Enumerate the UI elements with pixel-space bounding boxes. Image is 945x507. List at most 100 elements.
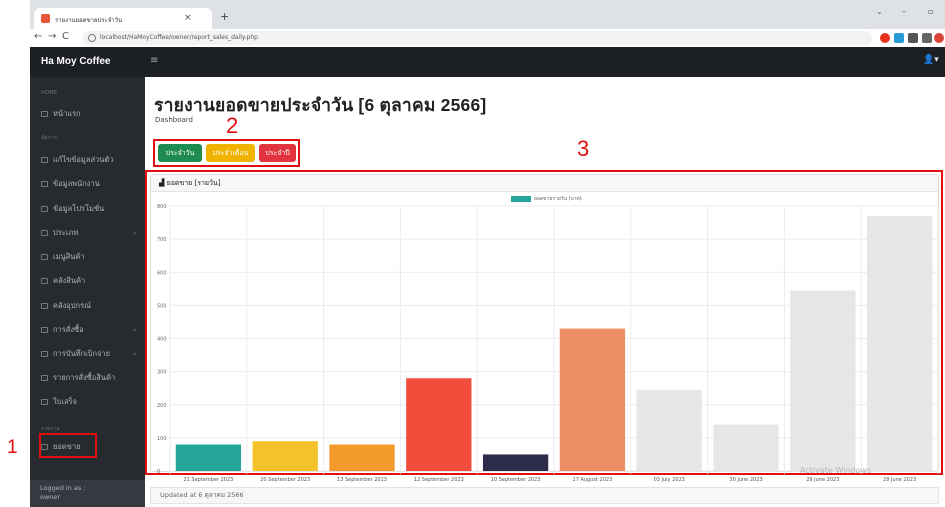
- top-navbar: ≡ 👤▾: [145, 47, 945, 77]
- chevron-right-icon: ›: [133, 229, 136, 237]
- x-tick-label: 12 September 2023: [414, 477, 464, 483]
- sidebar-section-report: รายงาน: [41, 426, 60, 432]
- category-icon: [41, 230, 48, 236]
- browser-tab[interactable]: รายงานยอดขายประจำวัน ×: [34, 8, 212, 29]
- x-tick-label: 03 July 2023: [654, 477, 685, 483]
- page-title: รายงานยอดขายประจำวัน [6 ตุลาคม 2566]: [154, 95, 487, 115]
- sidebar-item-label: การบันทึกเบิกจ่าย: [53, 349, 111, 358]
- y-tick-label: 600: [157, 270, 167, 276]
- sidebar-item-label: รายการสั่งซื้อสินค้า: [53, 373, 116, 382]
- y-tick-label: 500: [157, 303, 167, 309]
- puzzle-icon[interactable]: [922, 33, 932, 43]
- sidebar-item-label: การสั่งซื้อ: [53, 325, 84, 334]
- x-tick-label: 20 September 2023: [260, 477, 310, 483]
- chart-bar[interactable]: [406, 378, 472, 471]
- users-icon: [41, 181, 48, 187]
- chart-bar[interactable]: [636, 389, 702, 471]
- sidebar-section-manage: จัดการ: [41, 135, 58, 141]
- new-tab-button[interactable]: +: [220, 10, 229, 23]
- reload-icon[interactable]: C: [62, 31, 69, 42]
- back-icon[interactable]: ←: [34, 31, 42, 42]
- tab-title: รายงานยอดขายประจำวัน: [55, 17, 123, 24]
- user-edit-icon: [41, 157, 48, 163]
- chart-bar[interactable]: [482, 454, 549, 471]
- card-title: ยอดขาย [รายวัน]: [166, 179, 221, 187]
- site-info-icon[interactable]: [88, 34, 96, 42]
- chart-bar[interactable]: [559, 328, 626, 471]
- browser-toolbar: ← → C localhost/HaMoyCoffee/owner/report…: [30, 29, 945, 47]
- sidebar-item[interactable]: การสั่งซื้อ ›: [41, 323, 141, 337]
- home-icon: [41, 111, 48, 117]
- tab-close-icon[interactable]: ×: [184, 13, 192, 23]
- tab-list-icon[interactable]: ⌄: [876, 7, 883, 16]
- card-header: ▟ ยอดขาย [รายวัน]: [151, 175, 938, 192]
- sidebar-toggle-icon[interactable]: ≡: [150, 55, 158, 66]
- x-tick-label: 10 September 2023: [491, 477, 541, 483]
- sidebar-footer: Logged in as : owner: [30, 480, 145, 507]
- withdraw-icon: [41, 351, 48, 357]
- sidebar-item-label: ประเภท: [53, 228, 79, 237]
- y-tick-label: 800: [157, 204, 167, 210]
- chart-bar[interactable]: [866, 215, 933, 471]
- chart-bar[interactable]: [175, 444, 242, 472]
- x-tick-label: 28 June 2023: [883, 477, 916, 483]
- x-tick-label: 13 September 2023: [337, 477, 387, 483]
- chevron-right-icon: ›: [133, 350, 136, 358]
- restore-icon[interactable]: ▫: [928, 7, 933, 16]
- address-bar[interactable]: localhost/HaMoyCoffee/owner/report_sales…: [82, 31, 872, 45]
- promo-icon: [41, 206, 48, 212]
- monthly-button[interactable]: ประจำเดือน: [206, 144, 255, 162]
- extension-icon[interactable]: [894, 33, 904, 43]
- sidebar-item[interactable]: หน้าแรก: [41, 107, 141, 121]
- sidebar-item[interactable]: ใบเสร็จ: [41, 395, 141, 409]
- sidebar-item-label: คลังอุปกรณ์: [53, 301, 92, 310]
- windows-activation-watermark: Activate Windows: [800, 466, 872, 475]
- chart-bar[interactable]: [713, 424, 779, 471]
- cart-icon: [41, 327, 48, 333]
- y-tick-label: 0: [157, 469, 160, 475]
- profile-icon[interactable]: [934, 33, 944, 43]
- x-tick-label: 30 June 2023: [729, 477, 762, 483]
- sidebar-item[interactable]: เมนูสินค้า: [41, 250, 141, 264]
- sidebar-item-label: ข้อมูลพนักงาน: [53, 179, 100, 188]
- y-tick-label: 100: [157, 436, 167, 442]
- x-tick-label: 29 June 2023: [806, 477, 839, 483]
- extension-icon[interactable]: [908, 33, 918, 43]
- x-tick-label: 17 August 2023: [573, 477, 613, 483]
- sidebar-item[interactable]: แก้ไขข้อมูลส่วนตัว: [41, 153, 141, 167]
- sidebar-item[interactable]: ข้อมูลโปรโมชั่น: [41, 202, 141, 216]
- user-menu-icon[interactable]: 👤▾: [923, 55, 939, 65]
- chart-bar[interactable]: [252, 441, 318, 471]
- box-icon: [41, 278, 48, 284]
- sidebar-item[interactable]: คลังอุปกรณ์: [41, 299, 141, 313]
- sidebar-item-label: ใบเสร็จ: [53, 397, 77, 406]
- tools-icon: [41, 303, 48, 309]
- daily-button[interactable]: ประจำวัน: [158, 144, 202, 162]
- url-text: localhost/HaMoyCoffee/owner/report_sales…: [100, 34, 258, 41]
- annotation-number-1: 1: [7, 437, 18, 458]
- y-tick-label: 200: [157, 403, 167, 409]
- chart-bar[interactable]: [790, 290, 856, 471]
- sidebar: Ha Moy Coffee HOME จัดการ รายงาน หน้าแรก…: [30, 47, 145, 507]
- area-chart-icon: ▟: [159, 179, 167, 187]
- sidebar-section-home: HOME: [41, 90, 58, 96]
- y-tick-label: 400: [157, 337, 167, 343]
- sidebar-item[interactable]: คลังสินค้า: [41, 274, 141, 288]
- sidebar-item[interactable]: การบันทึกเบิกจ่าย ›: [41, 347, 141, 361]
- sidebar-item-label: เมนูสินค้า: [53, 252, 85, 261]
- sales-bar-chart: 0 100 200 300 400 500 600 700 800 21 September 20…: [157, 204, 939, 483]
- y-tick-label: 700: [157, 237, 167, 243]
- sidebar-item[interactable]: ข้อมูลพนักงาน: [41, 177, 141, 191]
- breadcrumb[interactable]: Dashboard: [155, 116, 193, 124]
- chart-bar[interactable]: [329, 444, 395, 472]
- yearly-button[interactable]: ประจำปี: [259, 144, 296, 162]
- sidebar-item[interactable]: รายการสั่งซื้อสินค้า: [41, 371, 141, 385]
- sidebar-item[interactable]: ประเภท ›: [41, 226, 141, 240]
- card-footer: Updated at 6 ตุลาคม 2566: [150, 487, 939, 504]
- opera-extension-icon[interactable]: [880, 33, 890, 43]
- annotation-number-3: 3: [577, 136, 590, 161]
- annotation-box-sales-menu: [39, 433, 97, 458]
- forward-icon[interactable]: →: [48, 31, 56, 42]
- brand-logo[interactable]: Ha Moy Coffee: [30, 47, 145, 77]
- minimize-icon[interactable]: –: [902, 7, 906, 16]
